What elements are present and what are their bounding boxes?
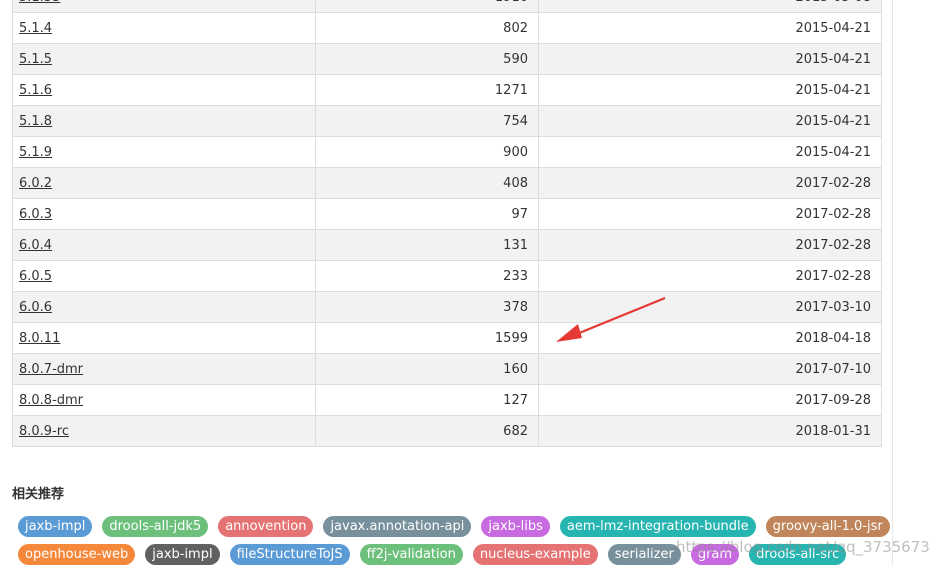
version-link[interactable]: 5.1.5 <box>19 52 52 67</box>
version-cell: 6.0.6 <box>12 291 316 323</box>
version-link[interactable]: 8.0.9-rc <box>19 424 69 439</box>
table-row: 8.0.7-dmr 160 2017-07-10 <box>12 353 882 385</box>
table-row: 5.1.4 802 2015-04-21 <box>12 12 882 44</box>
table-row: 6.0.3 97 2017-02-28 <box>12 198 882 230</box>
date-cell: 2017-02-28 <box>538 198 882 230</box>
version-link[interactable]: 6.0.5 <box>19 269 52 284</box>
related-tag[interactable]: groovy-all-1.0-jsr <box>765 516 890 537</box>
download-count-cell: 802 <box>315 12 539 44</box>
download-count-cell: 160 <box>315 353 539 385</box>
version-cell: 5.1.6 <box>12 74 316 106</box>
related-tag[interactable]: serializer <box>607 544 681 565</box>
version-cell: 5.1.8 <box>12 105 316 137</box>
red-arrow-annotation <box>556 296 666 342</box>
version-cell: 5.1.4 <box>12 12 316 44</box>
download-count-cell: 900 <box>315 136 539 168</box>
table-row: 5.1.8 754 2015-04-21 <box>12 105 882 137</box>
table-row: 6.0.6 378 2017-03-10 <box>12 291 882 323</box>
related-tag[interactable]: fileStructureToJS <box>229 544 350 565</box>
download-count-cell: 408 <box>315 167 539 199</box>
version-link[interactable]: 6.0.2 <box>19 176 52 191</box>
table-row: 8.0.9-rc 682 2018-01-31 <box>12 415 882 447</box>
date-cell: 2017-02-28 <box>538 167 882 199</box>
related-tag[interactable]: nucleus-example <box>472 544 598 565</box>
tag-row: jaxb-impl drools-all-jdk5 annovention javax… <box>18 516 898 537</box>
date-cell: 2018-01-31 <box>538 415 882 447</box>
version-cell: 8.0.11 <box>12 322 316 354</box>
date-cell: 2015-05-08 <box>538 0 882 13</box>
related-tag[interactable]: aem-lmz-integration-bundle <box>559 516 756 537</box>
watermark: https://blog.csdn.net/qq_37356733 <box>676 538 931 556</box>
version-link[interactable]: 6.0.3 <box>19 207 52 222</box>
download-count-cell: 1271 <box>315 74 539 106</box>
date-cell: 2017-02-28 <box>538 229 882 261</box>
related-tag[interactable]: jaxb-libs <box>481 516 550 537</box>
version-cell: 8.0.9-rc <box>12 415 316 447</box>
table-row: 5.1.9 900 2015-04-21 <box>12 136 882 168</box>
date-cell: 2015-04-21 <box>538 105 882 137</box>
version-link[interactable]: 8.0.7-dmr <box>19 362 83 377</box>
version-cell: 5.1.33 <box>12 0 316 13</box>
version-link[interactable]: 6.0.6 <box>19 300 52 315</box>
table-row: 5.1.6 1271 2015-04-21 <box>12 74 882 106</box>
table-row: 8.0.8-dmr 127 2017-09-28 <box>12 384 882 416</box>
version-cell: 6.0.5 <box>12 260 316 292</box>
download-count-cell: 97 <box>315 198 539 230</box>
table-row: 6.0.2 408 2017-02-28 <box>12 167 882 199</box>
download-count-cell: 754 <box>315 105 539 137</box>
version-cell: 6.0.2 <box>12 167 316 199</box>
version-cell: 5.1.9 <box>12 136 316 168</box>
date-cell: 2015-04-21 <box>538 74 882 106</box>
version-link[interactable]: 5.1.9 <box>19 145 52 160</box>
table-row: 6.0.5 233 2017-02-28 <box>12 260 882 292</box>
version-link[interactable]: 5.1.33 <box>19 0 60 5</box>
download-count-cell: 682 <box>315 415 539 447</box>
download-count-cell: 378 <box>315 291 539 323</box>
date-cell: 2017-09-28 <box>538 384 882 416</box>
version-link[interactable]: 6.0.4 <box>19 238 52 253</box>
related-tag[interactable]: jaxb-impl <box>18 516 93 537</box>
version-link[interactable]: 5.1.8 <box>19 114 52 129</box>
table-row: 5.1.33 19102015-05-08 <box>12 0 882 13</box>
table-row: 8.0.11 1599 2018-04-18 <box>12 322 882 354</box>
version-cell: 6.0.4 <box>12 229 316 261</box>
related-tag[interactable]: openhouse-web <box>18 544 136 565</box>
download-count-cell: 590 <box>315 43 539 75</box>
content-panel: 5.1.3319102015-05-085.1.48022015-04-215.… <box>0 0 893 566</box>
download-count-cell: 1599 <box>315 322 539 354</box>
table-row: 5.1.5 590 2015-04-21 <box>12 43 882 75</box>
table-row: 6.0.4 131 2017-02-28 <box>12 229 882 261</box>
versions-table: 5.1.3319102015-05-085.1.48022015-04-215.… <box>12 0 882 447</box>
date-cell: 2015-04-21 <box>538 136 882 168</box>
related-title: 相关推荐 <box>12 487 65 502</box>
related-tag[interactable]: jaxb-impl <box>145 544 220 565</box>
version-cell: 5.1.5 <box>12 43 316 75</box>
download-count-cell: 233 <box>315 260 539 292</box>
date-cell: 2017-07-10 <box>538 353 882 385</box>
version-cell: 8.0.8-dmr <box>12 384 316 416</box>
version-link[interactable]: 5.1.4 <box>19 21 52 36</box>
version-link[interactable]: 8.0.11 <box>19 331 60 346</box>
version-link[interactable]: 5.1.6 <box>19 83 52 98</box>
version-cell: 8.0.7-dmr <box>12 353 316 385</box>
date-cell: 2017-02-28 <box>538 260 882 292</box>
related-tag[interactable]: javax.annotation-api <box>323 516 472 537</box>
version-link[interactable]: 8.0.8-dmr <box>19 393 83 408</box>
related-tag[interactable]: annovention <box>218 516 314 537</box>
download-count-cell: 131 <box>315 229 539 261</box>
version-cell: 6.0.3 <box>12 198 316 230</box>
related-tag[interactable]: drools-all-jdk5 <box>102 516 209 537</box>
date-cell: 2015-04-21 <box>538 43 882 75</box>
related-tag[interactable]: ff2j-validation <box>359 544 463 565</box>
download-count-cell: 127 <box>315 384 539 416</box>
download-count-cell: 1910 <box>315 0 539 13</box>
date-cell: 2015-04-21 <box>538 12 882 44</box>
